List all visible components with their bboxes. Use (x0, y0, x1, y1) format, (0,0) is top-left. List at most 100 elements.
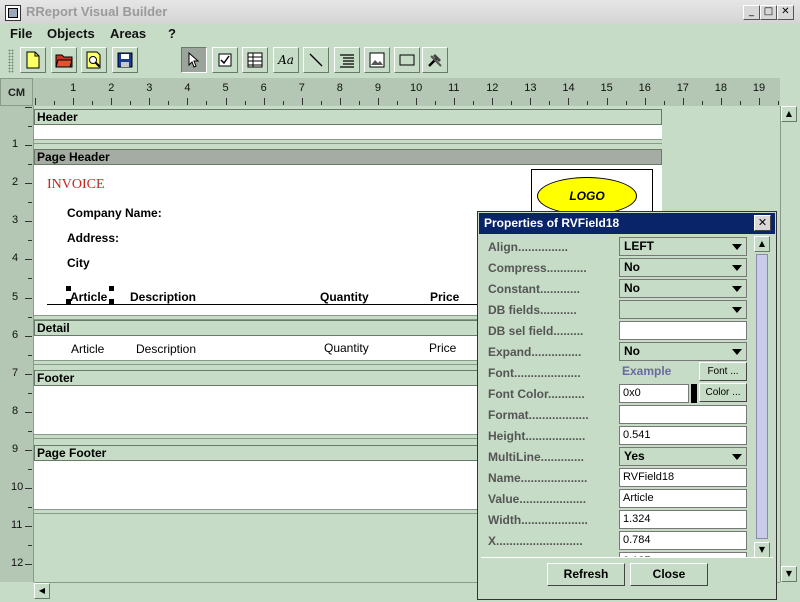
ruler-tick (758, 98, 760, 105)
property-select[interactable]: No (619, 258, 747, 277)
property-select[interactable]: LEFT (619, 237, 747, 256)
property-input[interactable] (619, 405, 747, 424)
chevron-down-icon (732, 454, 742, 460)
band-header-title[interactable]: Header (34, 109, 662, 125)
ruler-number: 3 (12, 214, 19, 227)
band-separator[interactable] (34, 139, 662, 144)
property-input[interactable]: 1.324 (619, 510, 747, 529)
color-button[interactable]: Color ... (699, 383, 747, 402)
detail-description-field[interactable]: Description (136, 342, 196, 356)
menu-help[interactable]: ? (168, 26, 176, 41)
detail-price-field[interactable]: Price (429, 341, 456, 355)
save-disk-icon (117, 52, 133, 68)
menu-objects[interactable]: Objects (47, 26, 95, 41)
property-row: Height.................. 0.541 (483, 425, 773, 446)
ruler-tick (28, 202, 32, 204)
font-color-input[interactable]: 0x0 (619, 384, 689, 403)
checkbox-tool-button[interactable] (212, 47, 238, 73)
toolbar-grip[interactable] (8, 49, 14, 73)
invoice-title[interactable]: INVOICE (47, 177, 105, 193)
scroll-left-button[interactable]: ◀ (34, 583, 50, 599)
ruler-tick (606, 98, 608, 105)
properties-scrollbar[interactable]: ▲ ▼ (754, 236, 770, 558)
ruler-tick (225, 98, 227, 105)
ruler-tick (92, 101, 94, 105)
line-tool-button[interactable] (303, 47, 329, 73)
font-button[interactable]: Font ... (699, 362, 747, 381)
property-select[interactable]: No (619, 342, 747, 361)
properties-close-button[interactable]: ✕ (754, 215, 771, 231)
ruler-number: 2 (12, 176, 19, 189)
property-select-value: No (624, 281, 640, 295)
ruler-tick (25, 335, 32, 337)
ruler-tick (28, 507, 32, 509)
selection-handle[interactable] (66, 286, 71, 291)
ruler-tick (530, 98, 532, 105)
detail-article-field[interactable]: Article (71, 342, 104, 356)
column-price-header[interactable]: Price (430, 290, 459, 304)
property-select[interactable]: No (619, 279, 747, 298)
property-row: DB sel field......... (483, 320, 773, 341)
property-select-value: Yes (624, 449, 645, 463)
preview-button[interactable] (81, 47, 107, 73)
menu-file[interactable]: File (10, 26, 32, 41)
property-select[interactable] (619, 300, 747, 319)
band-header-body[interactable] (34, 125, 662, 139)
ruler-tick (549, 101, 551, 105)
table-tool-button[interactable] (242, 47, 268, 73)
detail-quantity-field[interactable]: Quantity (324, 341, 369, 355)
ruler-number: 6 (12, 328, 19, 341)
selection-handle[interactable] (109, 286, 114, 291)
minimize-button[interactable]: _ (743, 5, 760, 20)
open-file-button[interactable] (51, 47, 77, 73)
tools-button[interactable] (422, 47, 448, 73)
property-select[interactable]: Yes (619, 447, 747, 466)
ruler-tick (25, 221, 32, 223)
column-description-header[interactable]: Description (130, 290, 196, 304)
app-icon (5, 5, 21, 21)
ruler-tick (339, 98, 341, 105)
properties-title[interactable]: Properties of RVField18 (479, 213, 775, 234)
property-input[interactable]: RVField18 (619, 468, 747, 487)
logo-ellipse[interactable]: LOGO (537, 177, 637, 215)
horizontal-ruler: 1 2 3 4 5 6 7 8 9 10 11 12 13 14 15 16 17 18 19 (33, 78, 780, 107)
close-button[interactable]: Close (630, 563, 708, 586)
ruler-tick (282, 101, 284, 105)
properties-scroll-thumb[interactable] (756, 254, 768, 539)
company-name-label[interactable]: Company Name: (67, 206, 162, 220)
refresh-button[interactable]: Refresh (547, 563, 625, 586)
menu-areas[interactable]: Areas (110, 26, 146, 41)
text-tool-button[interactable]: Aa (273, 47, 299, 73)
preview-icon (86, 51, 101, 69)
property-input[interactable] (619, 321, 747, 340)
save-button[interactable] (112, 47, 138, 73)
ruler-tick (435, 101, 437, 105)
column-article-header[interactable]: Article (70, 290, 107, 304)
ruler-number: 8 (12, 404, 19, 417)
close-window-button[interactable]: ✕ (777, 5, 794, 20)
address-label[interactable]: Address: (67, 231, 119, 245)
pointer-tool-button[interactable] (181, 47, 207, 73)
property-input[interactable]: 0.784 (619, 531, 747, 550)
image-tool-button[interactable] (364, 47, 390, 73)
ruler-unit: CM (0, 78, 33, 106)
band-page-header-title[interactable]: Page Header (34, 149, 662, 165)
property-input[interactable]: 0.541 (619, 426, 747, 445)
property-label: Format.................. (488, 408, 589, 422)
scroll-down-button[interactable]: ▼ (781, 566, 797, 582)
canvas-vertical-scrollbar[interactable]: ▲ ▼ (780, 106, 797, 582)
rectangle-tool-button[interactable] (394, 47, 420, 73)
ruler-number: 8 (336, 82, 343, 94)
chevron-down-icon (732, 307, 742, 313)
properties-scroll-down[interactable]: ▼ (754, 542, 770, 558)
scroll-up-button[interactable]: ▲ (781, 106, 797, 122)
maximize-button[interactable]: □ (760, 5, 777, 20)
properties-scroll-up[interactable]: ▲ (754, 236, 770, 252)
column-quantity-header[interactable]: Quantity (320, 290, 369, 304)
list-tool-button[interactable] (334, 47, 360, 73)
ruler-number: 5 (222, 82, 229, 94)
property-input[interactable]: Article (619, 489, 747, 508)
new-file-button[interactable] (20, 47, 46, 73)
ruler-tick (568, 98, 570, 105)
city-label[interactable]: City (67, 256, 90, 270)
